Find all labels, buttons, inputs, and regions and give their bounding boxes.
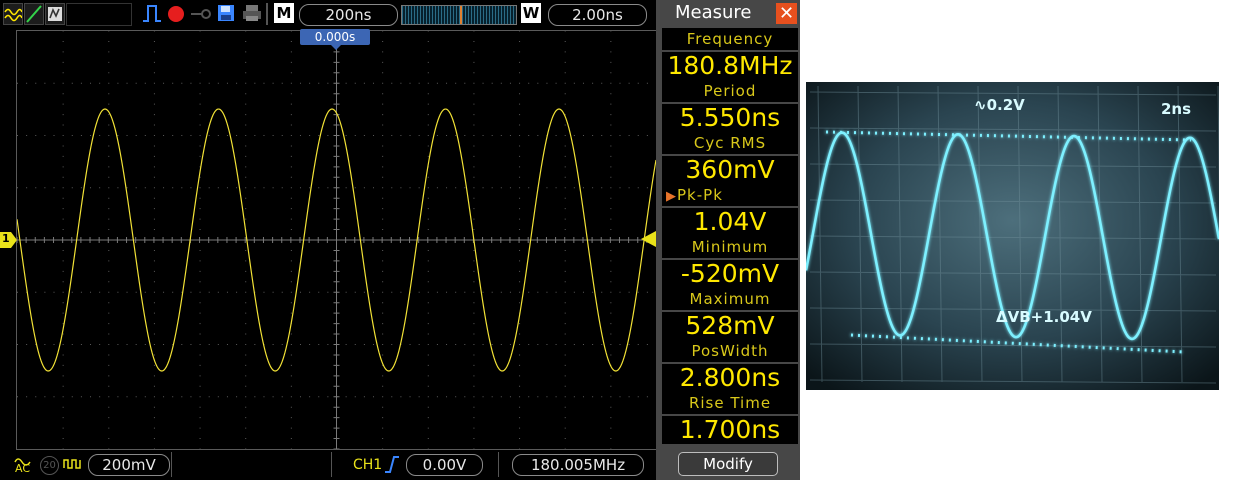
measure-item-cyc-rms[interactable]: Cyc RMS 360mV	[656, 132, 800, 184]
trigger-level-display[interactable]: 0.00V	[406, 454, 483, 476]
measure-value: 1.700ns	[662, 416, 798, 444]
measure-panel: Measure ✕ Frequency 180.8MHz Period 5.55…	[656, 0, 800, 480]
ch1-scale-display[interactable]: 200mV	[88, 454, 170, 476]
print-icon[interactable]	[241, 3, 263, 23]
measure-item-maximum[interactable]: Maximum 528mV	[656, 288, 800, 340]
channel1-marker[interactable]: 1	[0, 232, 17, 252]
measure-label: PosWidth	[662, 340, 798, 362]
ac-coupling-icon[interactable]: AC	[14, 453, 32, 477]
measure-label: Frequency	[662, 28, 798, 50]
analog-scope-photo: ∿0.2V 2ns ΔVB+1.04V	[804, 82, 1223, 390]
status-divider	[498, 452, 499, 477]
bottom-status-bar: AC 20 200mV CH1 0.00V 180.005MHz	[0, 450, 656, 480]
photo-volts-div: ∿0.2V	[974, 96, 1025, 114]
measure-item-period[interactable]: Period 5.550ns	[656, 80, 800, 132]
key-icon[interactable]	[190, 3, 212, 23]
measure-label: Maximum	[662, 288, 798, 310]
bandwidth-limit-indicator[interactable]: 20	[40, 456, 59, 475]
measure-label: Rise Time	[662, 392, 798, 414]
measure-label-selected: ▶Pk-Pk	[662, 184, 798, 206]
cursor-icon[interactable]	[24, 3, 44, 25]
measure-label: Cyc RMS	[662, 132, 798, 154]
measure-item-rise-time[interactable]: Rise Time 1.700ns	[656, 392, 800, 444]
probe-icon[interactable]	[63, 456, 83, 476]
measure-value: 528mV	[662, 312, 798, 340]
timebase-display[interactable]: 200ns	[299, 4, 398, 26]
toolbar-divider	[266, 3, 268, 25]
coupling-label: AC	[15, 462, 31, 475]
top-toolbar: M 200ns W 2.00ns	[0, 0, 656, 28]
trigger-position-badge[interactable]: 0.000s	[300, 29, 370, 45]
analog-scope-image: ∿0.2V 2ns ΔVB+1.04V	[804, 82, 1223, 390]
trigger-position-arrow-icon	[330, 44, 342, 50]
measure-value: 5.550ns	[662, 104, 798, 132]
window-button[interactable]: W	[521, 3, 541, 23]
window-timebase-display[interactable]: 2.00ns	[548, 4, 647, 26]
save-icon[interactable]	[216, 3, 236, 23]
channel1-marker-label: 1	[2, 232, 10, 245]
status-divider	[171, 452, 172, 477]
trigger-level-marker-icon[interactable]	[641, 231, 656, 251]
measure-value: 360mV	[662, 156, 798, 184]
photo-delta-readout: ΔVB+1.04V	[996, 308, 1092, 326]
graticule	[16, 30, 657, 450]
pulse-trigger-icon[interactable]	[142, 3, 161, 23]
modify-button[interactable]: Modify	[678, 452, 778, 476]
close-icon[interactable]: ✕	[776, 3, 797, 24]
measure-value: 1.04V	[662, 208, 798, 236]
waveform-display	[16, 30, 657, 450]
oscilloscope-screen: M 200ns W 2.00ns 0.000s 1 AC 20 200mV CH…	[0, 0, 800, 480]
measure-item-frequency[interactable]: Frequency 180.8MHz	[656, 28, 800, 80]
toolbar-empty-slot	[66, 3, 132, 26]
measure-value: 180.8MHz	[662, 52, 798, 80]
measure-label: Minimum	[662, 236, 798, 258]
record-icon[interactable]	[166, 3, 184, 23]
memory-button[interactable]: M	[274, 3, 294, 23]
measure-header: Measure ✕	[656, 0, 800, 28]
measure-value: -520mV	[662, 260, 798, 288]
measure-value: 2.800ns	[662, 364, 798, 392]
rising-edge-icon[interactable]	[384, 454, 400, 478]
measure-item-poswidth[interactable]: PosWidth 2.800ns	[656, 340, 800, 392]
measure-label: Period	[662, 80, 798, 102]
frequency-counter-display: 180.005MHz	[512, 454, 644, 476]
memory-position-bar[interactable]	[401, 5, 517, 25]
memory-position-marker[interactable]	[460, 6, 462, 24]
waveform-icon[interactable]	[3, 3, 23, 25]
trigger-source-label: CH1	[353, 457, 383, 473]
measure-label-text: Pk-Pk	[677, 186, 723, 204]
persist-icon[interactable]	[45, 3, 65, 25]
measure-title: Measure	[675, 2, 752, 23]
selected-arrow-icon: ▶	[666, 189, 677, 204]
status-divider	[331, 452, 332, 477]
measure-item-minimum[interactable]: Minimum -520mV	[656, 236, 800, 288]
photo-time-div: 2ns	[1161, 100, 1191, 118]
measure-item-pk-pk[interactable]: ▶Pk-Pk 1.04V	[656, 184, 800, 236]
